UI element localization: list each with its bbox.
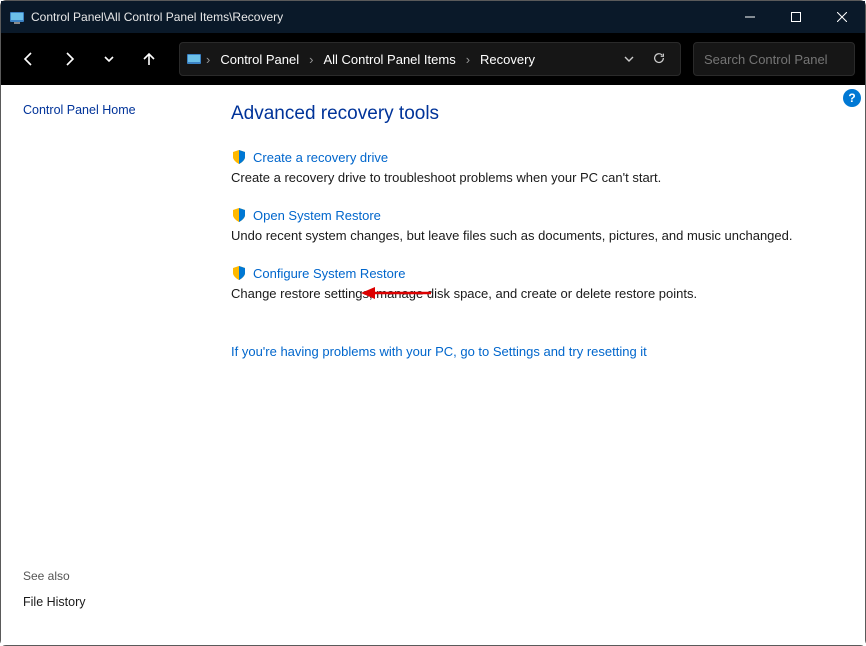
create-recovery-drive-desc: Create a recovery drive to troubleshoot … bbox=[231, 169, 835, 187]
control-panel-icon bbox=[186, 51, 202, 67]
forward-button[interactable] bbox=[51, 41, 87, 77]
maximize-button[interactable] bbox=[773, 1, 819, 33]
configure-system-restore-desc: Change restore settings, manage disk spa… bbox=[231, 285, 835, 303]
tool-configure-system-restore: Configure System Restore Change restore … bbox=[231, 265, 835, 303]
sidebar-home-link[interactable]: Control Panel Home bbox=[23, 103, 179, 117]
recent-locations-button[interactable] bbox=[91, 41, 127, 77]
chevron-right-icon[interactable]: › bbox=[204, 52, 212, 67]
refresh-button[interactable] bbox=[644, 47, 674, 72]
page-heading: Advanced recovery tools bbox=[231, 103, 835, 125]
tool-open-system-restore: Open System Restore Undo recent system c… bbox=[231, 207, 835, 245]
address-dropdown-button[interactable] bbox=[616, 48, 642, 71]
chevron-right-icon[interactable]: › bbox=[464, 52, 472, 67]
navbar: › Control Panel › All Control Panel Item… bbox=[1, 33, 865, 85]
up-button[interactable] bbox=[131, 41, 167, 77]
breadcrumb-leaf[interactable]: Recovery bbox=[474, 50, 541, 69]
close-button[interactable] bbox=[819, 1, 865, 33]
see-also-label: See also bbox=[23, 569, 179, 583]
search-box[interactable] bbox=[693, 42, 855, 76]
breadcrumb-root[interactable]: Control Panel bbox=[214, 50, 305, 69]
shield-icon bbox=[231, 149, 247, 165]
minimize-button[interactable] bbox=[727, 1, 773, 33]
control-panel-icon bbox=[9, 9, 25, 25]
open-system-restore-desc: Undo recent system changes, but leave fi… bbox=[231, 227, 835, 245]
breadcrumb-mid[interactable]: All Control Panel Items bbox=[317, 50, 461, 69]
back-button[interactable] bbox=[11, 41, 47, 77]
tool-create-recovery-drive: Create a recovery drive Create a recover… bbox=[231, 149, 835, 187]
main-pane: Advanced recovery tools Create a recover… bbox=[201, 85, 865, 645]
sidebar: Control Panel Home See also File History bbox=[1, 85, 201, 645]
search-input[interactable] bbox=[704, 52, 866, 67]
chevron-right-icon[interactable]: › bbox=[307, 52, 315, 67]
open-system-restore-link[interactable]: Open System Restore bbox=[253, 208, 381, 223]
shield-icon bbox=[231, 207, 247, 223]
address-bar[interactable]: › Control Panel › All Control Panel Item… bbox=[179, 42, 681, 76]
create-recovery-drive-link[interactable]: Create a recovery drive bbox=[253, 150, 388, 165]
configure-system-restore-link[interactable]: Configure System Restore bbox=[253, 266, 405, 281]
sidebar-file-history-link[interactable]: File History bbox=[23, 595, 179, 609]
shield-icon bbox=[231, 265, 247, 281]
content-pane: ? Control Panel Home See also File Histo… bbox=[1, 85, 865, 645]
window-title: Control Panel\All Control Panel Items\Re… bbox=[25, 10, 727, 24]
reset-pc-link[interactable]: If you're having problems with your PC, … bbox=[231, 344, 647, 359]
titlebar: Control Panel\All Control Panel Items\Re… bbox=[1, 1, 865, 33]
